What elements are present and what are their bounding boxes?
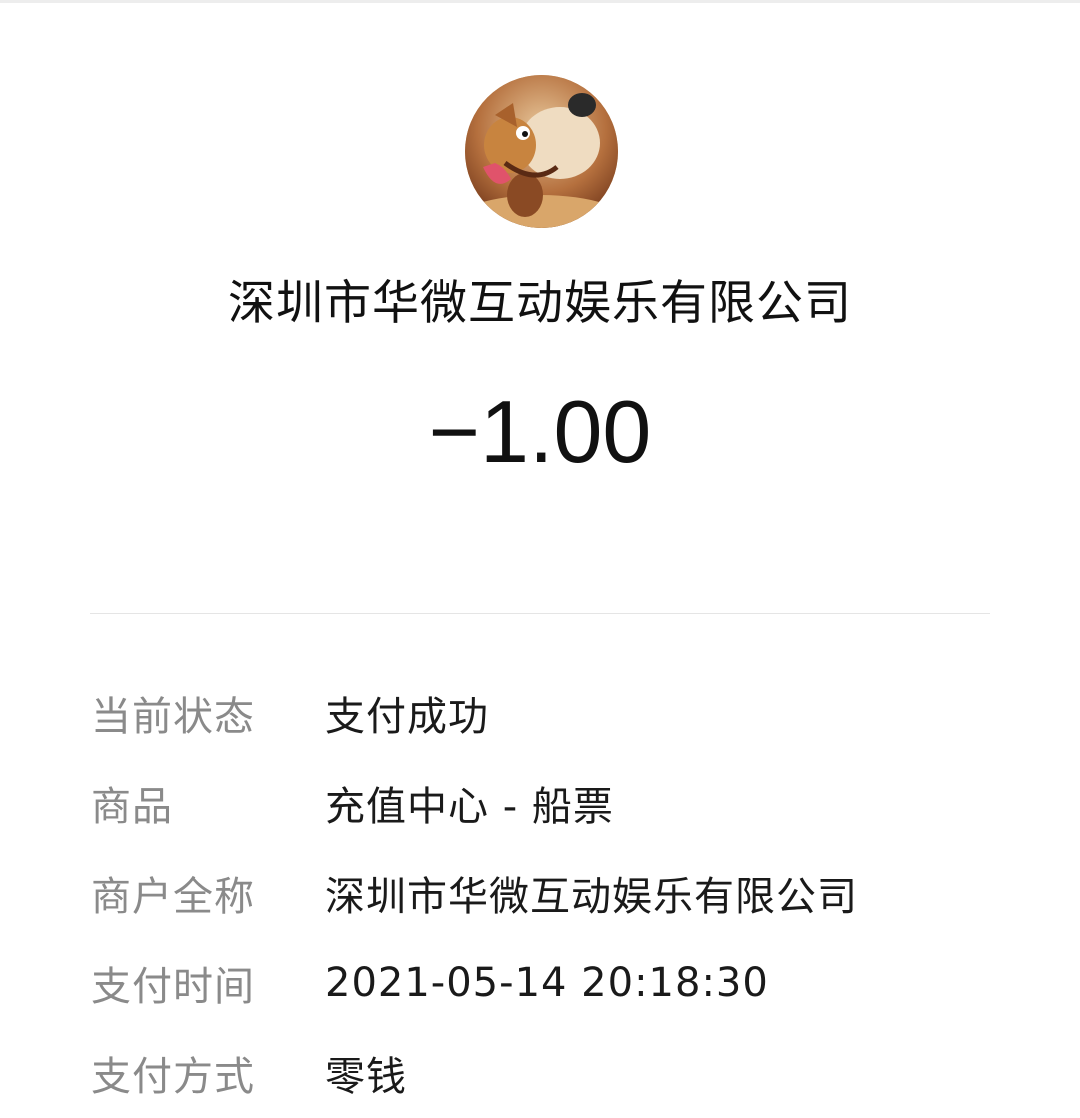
payment-amount: −1.00 bbox=[428, 382, 652, 481]
payment-method-value: 零钱 bbox=[325, 1054, 407, 1100]
status-value: 支付成功 bbox=[325, 694, 489, 740]
detail-row-merchant-fullname: 商户全称 深圳市华微互动娱乐有限公司 bbox=[91, 848, 991, 938]
payment-time-label: 支付时间 bbox=[91, 964, 255, 1010]
merchant-name-title: 深圳市华微互动娱乐有限公司 bbox=[228, 276, 852, 331]
merchant-fullname-label: 商户全称 bbox=[91, 874, 255, 920]
detail-row-product: 商品 充值中心 - 船票 bbox=[91, 758, 991, 848]
section-divider bbox=[90, 613, 990, 614]
merchant-fullname-value: 深圳市华微互动娱乐有限公司 bbox=[325, 874, 858, 920]
top-edge-divider bbox=[0, 0, 1080, 3]
merchant-avatar bbox=[465, 75, 618, 228]
cartoon-dog-avatar-icon bbox=[465, 75, 618, 228]
detail-row-payment-method: 支付方式 零钱 bbox=[91, 1028, 991, 1118]
product-label: 商品 bbox=[91, 784, 173, 830]
detail-row-status: 当前状态 支付成功 bbox=[91, 668, 991, 758]
status-label: 当前状态 bbox=[91, 694, 255, 740]
payment-time-value: 2021-05-14 20:18:30 bbox=[325, 960, 769, 1006]
product-value: 充值中心 - 船票 bbox=[325, 784, 614, 830]
payment-method-label: 支付方式 bbox=[91, 1054, 255, 1100]
payment-details-list: 当前状态 支付成功 商品 充值中心 - 船票 商户全称 深圳市华微互动娱乐有限公… bbox=[91, 668, 991, 1118]
detail-row-payment-time: 支付时间 2021-05-14 20:18:30 bbox=[91, 938, 991, 1028]
